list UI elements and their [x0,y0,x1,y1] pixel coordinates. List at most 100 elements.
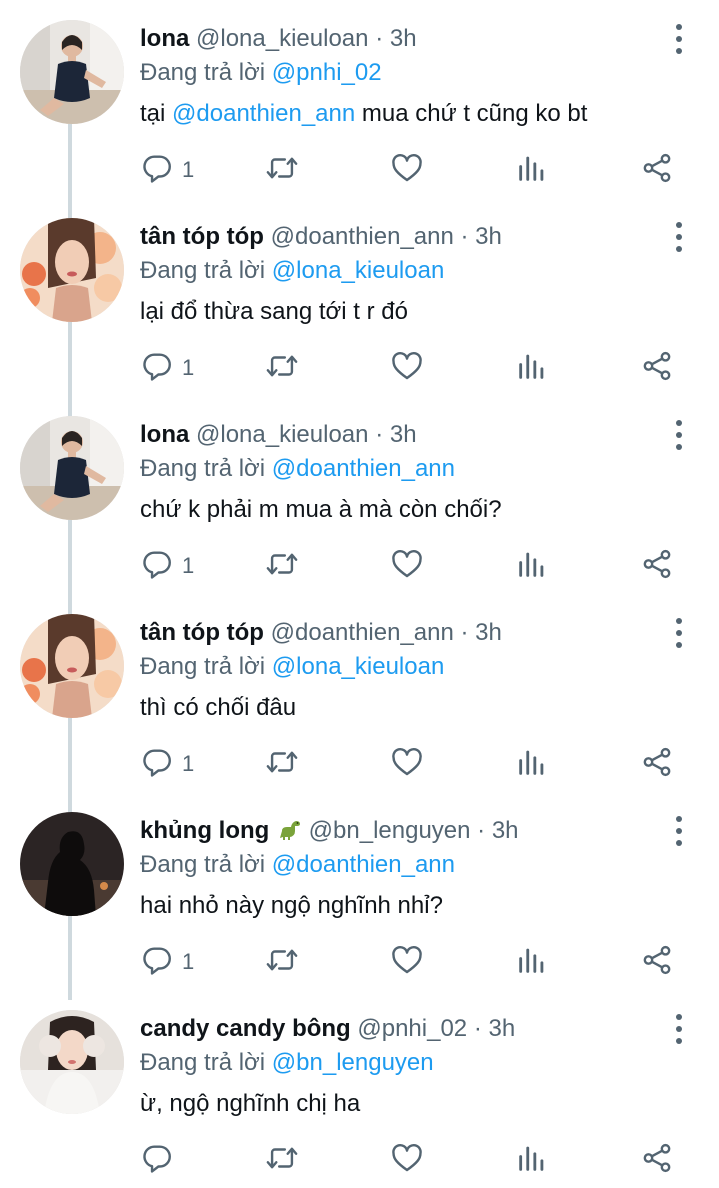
tweet-timestamp[interactable]: 3h [492,817,519,844]
tweet-text: thì có chối đâu [140,692,296,724]
like-button[interactable] [390,744,424,784]
share-button[interactable] [640,942,674,982]
retweet-button[interactable] [265,942,299,982]
replying-to-mention[interactable]: @lona_kieuloan [272,257,445,284]
more-options-icon[interactable] [669,420,689,450]
heart-icon [390,349,424,388]
views-button[interactable] [515,348,549,388]
reply-button[interactable] [140,1140,182,1180]
user-avatar[interactable] [20,416,124,520]
tweet-mention-link[interactable]: @doanthien_ann [172,100,355,127]
views-button[interactable] [515,1140,549,1180]
reply-button[interactable]: 1 [140,744,194,784]
analytics-icon [515,547,549,586]
reply-button[interactable]: 1 [140,546,194,586]
tweet-timestamp[interactable]: 3h [475,223,502,250]
more-options-icon[interactable] [669,222,689,252]
views-button[interactable] [515,744,549,784]
tweet[interactable]: khủng long @bn_lenguyen · 3h Đang trả lời… [0,792,719,990]
share-button[interactable] [640,744,674,784]
share-button[interactable] [640,348,674,388]
more-options-icon[interactable] [669,24,689,54]
like-button[interactable] [390,942,424,982]
retweet-icon [265,151,299,190]
like-button[interactable] [390,348,424,388]
views-button[interactable] [515,942,549,982]
retweet-button[interactable] [265,744,299,784]
separator-dot: · [375,25,384,52]
share-button[interactable] [640,1140,674,1180]
tweet[interactable]: lona @lona_kieuloan · 3h Đang trả lời @do… [0,396,719,594]
user-avatar[interactable] [20,218,124,322]
tweet-text: ừ, ngộ nghĩnh chị ha [140,1088,360,1120]
tweet[interactable]: tân tóp tóp @doanthien_ann · 3h Đang trả … [0,198,719,396]
like-button[interactable] [390,1140,424,1180]
replying-to-mention[interactable]: @lona_kieuloan [272,653,445,680]
more-options-icon[interactable] [669,618,689,648]
reply-icon [140,1141,174,1180]
retweet-button[interactable] [265,348,299,388]
display-name[interactable]: tân tóp tóp [140,223,264,250]
replying-to-mention[interactable]: @doanthien_ann [272,455,455,482]
more-options-icon[interactable] [669,816,689,846]
replying-to: Đang trả lời @lona_kieuloan [140,256,444,286]
share-button[interactable] [640,546,674,586]
user-handle[interactable]: @pnhi_02 [357,1015,467,1042]
retweet-icon [265,745,299,784]
user-avatar[interactable] [20,812,124,916]
retweet-button[interactable] [265,546,299,586]
heart-icon [390,547,424,586]
tweet-timestamp[interactable]: 3h [489,1015,516,1042]
display-name[interactable]: khủng long [140,817,269,844]
retweet-button[interactable] [265,1140,299,1180]
tweet-text-content: ừ, ngộ nghĩnh chị ha [140,1090,361,1117]
user-handle[interactable]: @lona_kieuloan [196,25,369,52]
retweet-icon [265,943,299,982]
user-avatar[interactable] [20,1010,124,1114]
display-name[interactable]: candy candy bông [140,1015,351,1042]
replying-to-mention[interactable]: @doanthien_ann [272,851,455,878]
replying-to: Đang trả lời @lona_kieuloan [140,652,444,682]
tweet[interactable]: lona @lona_kieuloan · 3h Đang trả lời @pn… [0,0,719,198]
replying-to: Đang trả lời @bn_lenguyen [140,1048,434,1078]
user-handle[interactable]: @doanthien_ann [271,223,454,250]
display-name[interactable]: lona [140,421,189,448]
user-handle[interactable]: @bn_lenguyen [309,817,471,844]
separator-dot: · [460,223,469,250]
views-button[interactable] [515,150,549,190]
analytics-icon [515,151,549,190]
heart-icon [390,943,424,982]
tweet-timestamp[interactable]: 3h [390,421,417,448]
tweet[interactable]: candy candy bông @pnhi_02 · 3h Đang trả l… [0,990,719,1188]
dinosaur-emoji [279,821,300,840]
replying-to-label: Đang trả lời [140,455,266,482]
user-handle[interactable]: @lona_kieuloan [196,421,369,448]
share-icon [640,943,674,982]
analytics-icon [515,943,549,982]
replying-to-mention[interactable]: @pnhi_02 [272,59,382,86]
tweet-timestamp[interactable]: 3h [475,619,502,646]
user-handle[interactable]: @doanthien_ann [271,619,454,646]
reply-button[interactable]: 1 [140,150,194,190]
views-button[interactable] [515,546,549,586]
tweet-text: chứ k phải m mua à mà còn chối? [140,494,502,526]
share-button[interactable] [640,150,674,190]
tweet-text: lại đổ thừa sang tới t r đó [140,296,408,328]
like-button[interactable] [390,150,424,190]
tweet-timestamp[interactable]: 3h [390,25,417,52]
display-name[interactable]: tân tóp tóp [140,619,264,646]
more-options-icon[interactable] [669,1014,689,1044]
tweet-header: lona @lona_kieuloan · 3h [140,24,417,54]
user-avatar[interactable] [20,614,124,718]
reply-icon [140,151,174,190]
tweet[interactable]: tân tóp tóp @doanthien_ann · 3h Đang trả … [0,594,719,792]
reply-icon [140,745,174,784]
reply-button[interactable]: 1 [140,942,194,982]
replying-to-mention[interactable]: @bn_lenguyen [272,1049,434,1076]
tweet-text-start: tại [140,100,166,127]
retweet-button[interactable] [265,150,299,190]
reply-button[interactable]: 1 [140,348,194,388]
user-avatar[interactable] [20,20,124,124]
display-name[interactable]: lona [140,25,189,52]
like-button[interactable] [390,546,424,586]
